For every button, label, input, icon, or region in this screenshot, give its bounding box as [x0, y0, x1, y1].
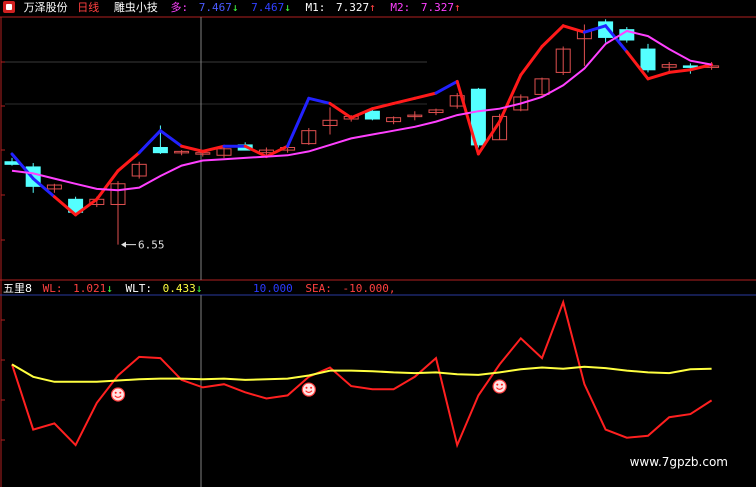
wlt-value: 0.433 — [162, 282, 196, 295]
price-header: 万泽股份 日线 雕虫小技 多: 7.467↓ 7.467↓ M1: 7.327↑… — [0, 0, 461, 16]
smiley-icon — [110, 387, 126, 402]
sea-label: SEA: — [305, 282, 332, 295]
duo-arrow: ↓ — [231, 1, 239, 14]
candle-body — [4, 161, 20, 165]
smiley-eye — [114, 391, 117, 394]
duo-label: 多: — [170, 1, 189, 14]
period-label[interactable]: 日线 — [77, 0, 99, 16]
wlt-label: WLT: — [125, 282, 153, 295]
wl-label: WL: — [42, 282, 63, 295]
duo2-arrow: ↓ — [284, 1, 291, 14]
smiley-face — [492, 379, 507, 394]
m1-value: 7.327 — [336, 1, 370, 14]
third-value: 10.000 — [253, 282, 293, 295]
indicator-header: 五里8 WL: 1.021↓ WLT: 0.433↓ 10.000 SEA: -… — [0, 281, 395, 297]
tdx-logo-icon[interactable] — [3, 1, 15, 13]
m1-arrow: ↑ — [369, 1, 376, 14]
kline-chart[interactable]: 6.55 — [0, 0, 756, 487]
m1-label: M1: — [305, 1, 326, 14]
wl-value: 1.021 — [73, 282, 107, 295]
smiley-eye — [119, 391, 122, 394]
smiley-eye — [310, 386, 313, 389]
smiley-face — [110, 387, 126, 402]
low-price-label: 6.55 — [138, 239, 165, 252]
watermark: www.7gpzb.com — [629, 455, 728, 469]
indicator-panel-name[interactable]: 五里8 — [3, 281, 32, 297]
smiley-face — [301, 382, 316, 397]
duo2-value: 7.467 — [251, 1, 285, 14]
candle-body — [152, 147, 168, 154]
m2-arrow: ↑ — [454, 1, 461, 14]
candle-body — [640, 48, 656, 71]
m2-label: M2: — [390, 1, 411, 14]
smiley-eye — [500, 383, 503, 386]
candle-body — [364, 110, 380, 120]
m2-value: 7.327 — [420, 1, 454, 14]
smiley-eye — [496, 383, 499, 386]
sea-value: -10.000, — [342, 282, 396, 295]
smiley-icon — [492, 379, 507, 394]
wl-arrow: ↓ — [106, 282, 113, 295]
indicator-name[interactable]: 雕虫小技 — [114, 0, 158, 16]
smiley-icon — [301, 382, 316, 397]
stock-name[interactable]: 万泽股份 — [24, 0, 68, 16]
duo-value: 7.467 — [198, 1, 232, 14]
wlt-arrow: ↓ — [195, 282, 203, 295]
smiley-eye — [305, 386, 308, 389]
